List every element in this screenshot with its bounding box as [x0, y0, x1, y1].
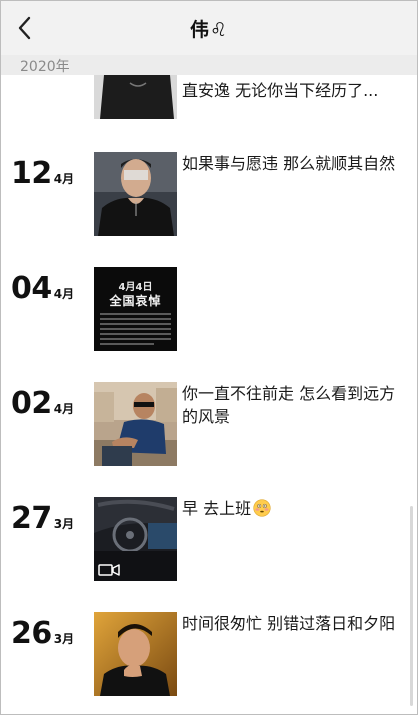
date-label: 02 4月 [11, 386, 74, 421]
video-thumbnail[interactable] [94, 497, 177, 581]
mourning-poster-thumbnail[interactable]: 4月4日 全国哀悼 [94, 267, 177, 351]
moment-thumbnail[interactable] [94, 612, 177, 696]
video-camera-icon [98, 564, 120, 576]
date-day: 27 [11, 501, 52, 536]
poster-date: 4月4日 [118, 282, 153, 293]
date-day: 26 [11, 616, 52, 651]
page-title: 伟♌︎ [189, 19, 229, 41]
moment-entry[interactable]: 26 3月 时间很匆忙 别错过落日和夕阳 [1, 612, 417, 698]
date-day: 12 [11, 156, 52, 191]
moment-thumbnail[interactable] [94, 382, 177, 466]
moment-entry[interactable]: 04 4月 4月4日 全国哀悼 [1, 267, 417, 353]
moment-entry[interactable]: 02 4月 你一直不往前走 怎么看到远方的风景 [1, 382, 417, 468]
moment-text: 早 去上班 [182, 497, 408, 520]
date-month: 4月 [53, 402, 75, 416]
poster-body-text-lines [100, 313, 171, 345]
date-label: 04 4月 [11, 271, 74, 306]
year-header: 2020年 [1, 55, 417, 75]
moments-album-page: 伟♌︎ 2020年 直安逸 无论你当下经历了... 12 4月 如果事与愿违 那… [0, 0, 418, 715]
scroll-indicator[interactable] [410, 506, 413, 706]
navigation-bar: 伟♌︎ [1, 1, 417, 55]
moment-entry[interactable]: 27 3月 早 去上班 [1, 497, 417, 583]
date-day: 04 [11, 271, 52, 306]
date-month: 4月 [53, 172, 75, 186]
moment-text: 时间很匆忙 别错过落日和夕阳 [182, 614, 396, 633]
year-label: 2020年 [20, 59, 70, 75]
poster-heading: 全国哀悼 [109, 294, 162, 308]
moment-entry[interactable]: 12 4月 如果事与愿违 那么就顺其自然 [1, 152, 417, 238]
moment-text: 你一直不往前走 怎么看到远方的风景 [182, 384, 396, 426]
date-label: 12 4月 [11, 156, 74, 191]
flushed-face-emoji-icon [253, 499, 271, 517]
date-day: 02 [11, 386, 52, 421]
date-label: 27 3月 [11, 501, 74, 536]
date-month: 3月 [53, 632, 75, 646]
moment-thumbnail[interactable] [94, 152, 177, 236]
date-month: 4月 [53, 287, 75, 301]
date-label: 26 3月 [11, 616, 74, 651]
moment-text-content: 早 去上班 [182, 499, 252, 518]
moment-text: 直安逸 无论你当下经历了... [182, 81, 379, 100]
moment-text: 如果事与愿违 那么就顺其自然 [182, 154, 396, 173]
date-month: 3月 [53, 517, 75, 531]
